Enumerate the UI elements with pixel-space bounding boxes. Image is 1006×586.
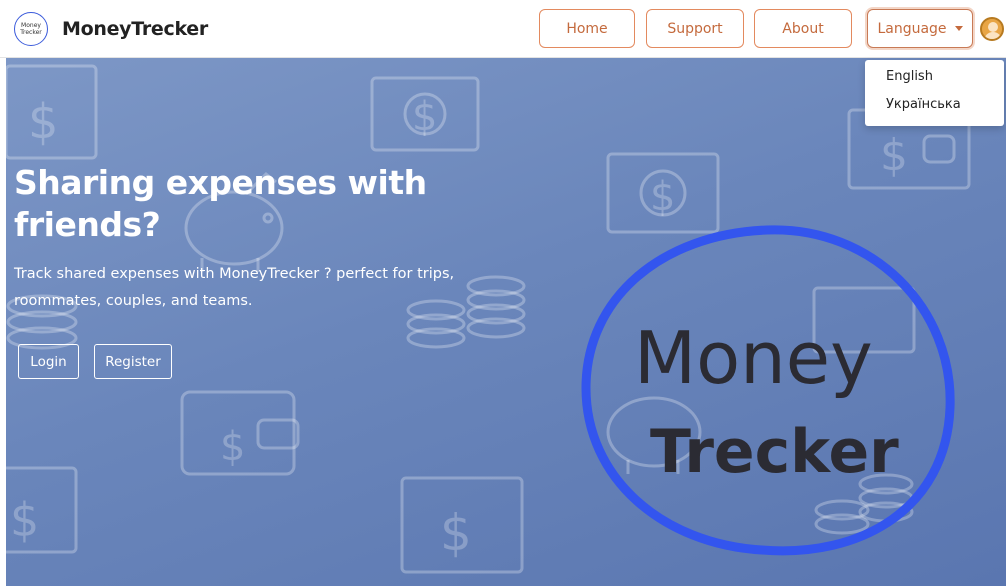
dollar-bill-icon: $ <box>400 476 524 574</box>
svg-text:$: $ <box>650 174 675 220</box>
language-dropdown-button[interactable]: Language <box>867 9 973 48</box>
svg-text:$: $ <box>28 94 59 150</box>
avatar-body <box>984 32 1002 39</box>
hero-description: Track shared expenses with MoneyTrecker … <box>14 266 455 309</box>
hero-section: $ $ $ $ $ $ $ Sharing expenses with frie… <box>6 58 1006 586</box>
svg-text:$: $ <box>440 504 472 562</box>
logo-word-trecker: Trecker <box>650 417 899 487</box>
money-trecker-logo-graphic: Money Trecker <box>581 225 955 556</box>
user-avatar-icon[interactable] <box>980 17 1004 41</box>
svg-text:$: $ <box>10 493 39 547</box>
language-option-ukrainian[interactable]: Українська <box>886 97 961 112</box>
nav-about-button[interactable]: About <box>754 9 852 48</box>
caret-down-icon <box>954 26 963 31</box>
brand-logo-line1: Money <box>21 22 41 29</box>
dollar-bill-icon: $ <box>6 64 98 160</box>
svg-text:$: $ <box>220 424 245 470</box>
nav-support-button[interactable]: Support <box>646 9 744 48</box>
brand-logo-icon[interactable]: Money Trecker <box>14 12 48 46</box>
hero-title: Sharing expenses with friends? <box>14 163 427 244</box>
language-dropdown-label: Language <box>877 20 947 37</box>
brand-logo-line2: Trecker <box>20 29 42 36</box>
brand-name[interactable]: MoneyTrecker <box>62 18 208 40</box>
dollar-bill-icon: $ <box>6 466 78 554</box>
logo-word-money: Money <box>634 316 873 400</box>
dollar-bill-icon: $ <box>370 76 480 152</box>
login-button[interactable]: Login <box>18 344 79 379</box>
register-button[interactable]: Register <box>94 344 172 379</box>
avatar-head <box>988 22 998 32</box>
nav-home-button[interactable]: Home <box>539 9 635 48</box>
svg-text:$: $ <box>412 94 437 140</box>
wallet-icon: $ <box>180 390 300 476</box>
svg-text:$: $ <box>880 130 908 181</box>
language-option-english[interactable]: English <box>886 69 933 84</box>
language-dropdown-menu: English Українська <box>865 60 1004 126</box>
navbar: Money Trecker MoneyTrecker Home Support … <box>0 0 1006 58</box>
